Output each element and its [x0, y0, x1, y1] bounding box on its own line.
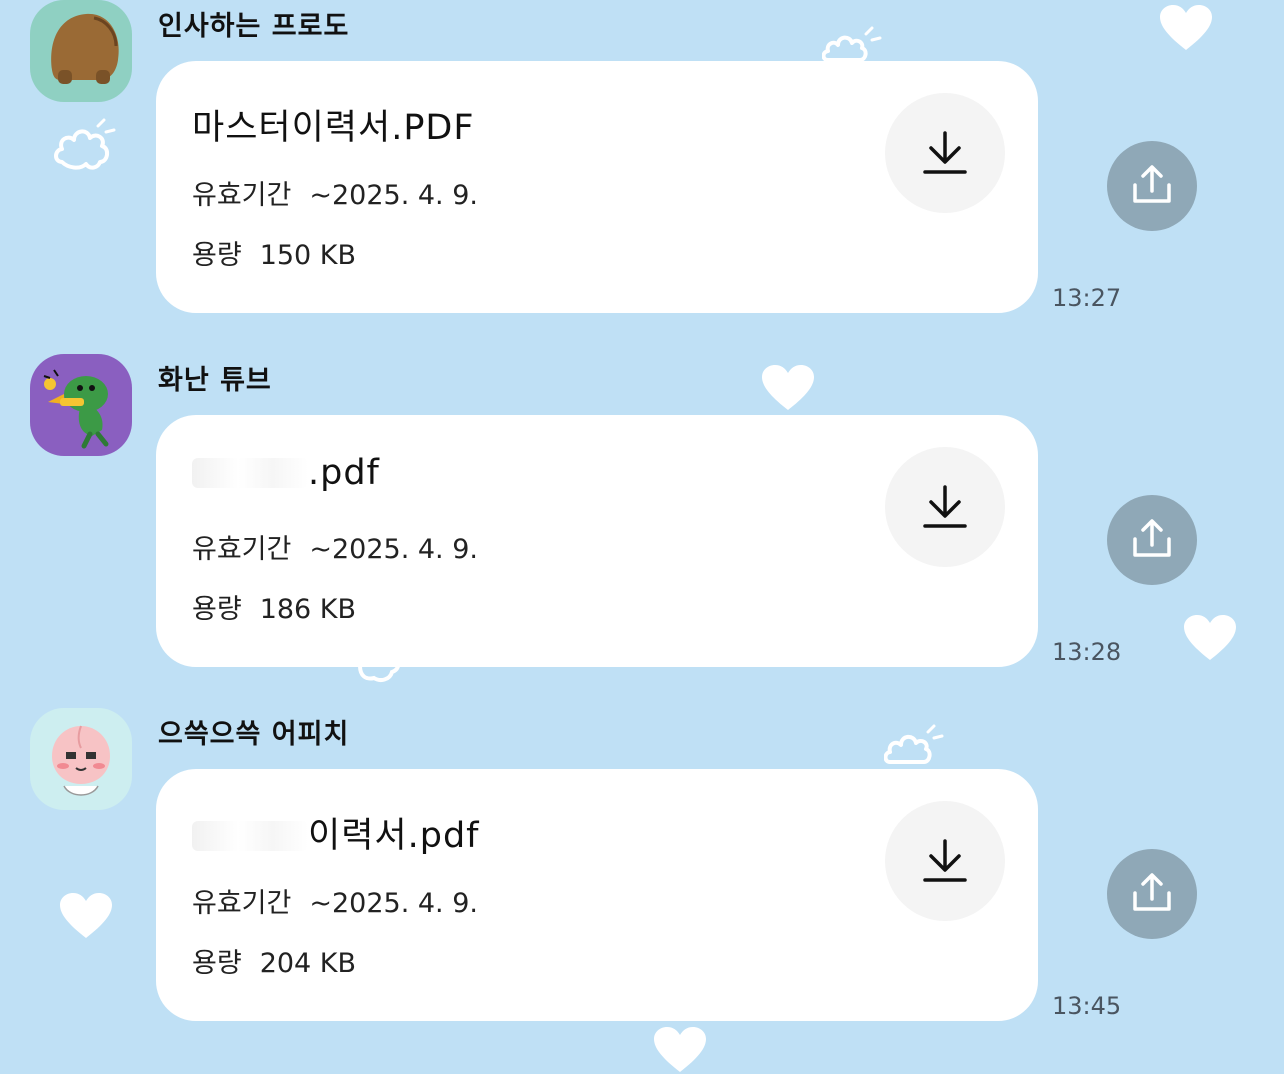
redacted-text — [192, 821, 308, 851]
size-label: 용량 — [192, 948, 242, 979]
size-label: 용량 — [192, 240, 242, 271]
sender-name: 화난 튜브 — [158, 365, 272, 396]
redacted-text — [192, 458, 308, 488]
file-name-text: 마스터이력서.PDF — [192, 108, 475, 148]
expiry-label: 유효기간 — [192, 534, 292, 565]
size-row: 용량 186 KB — [192, 587, 356, 626]
size-value: 204 KB — [259, 948, 357, 979]
file-name[interactable]: 이력서.pdf — [192, 807, 479, 858]
message-time: 13:28 — [1052, 638, 1122, 666]
expiry-row: 유효기간 ~2025. 4. 9. — [192, 881, 478, 920]
size-row: 용량 150 KB — [192, 233, 356, 272]
sender-name: 으쓱으쓱 어피치 — [158, 719, 350, 750]
expiry-value: ~2025. 4. 9. — [309, 534, 478, 565]
expiry-label: 유효기간 — [192, 180, 292, 211]
share-button[interactable] — [1107, 495, 1197, 585]
download-button[interactable] — [885, 447, 1005, 567]
chat-message: 인사하는 프로도 마스터이력서.PDF 유효기간 ~2025. 4. 9. 용량 1… — [0, 0, 1284, 330]
file-name[interactable]: .pdf — [192, 453, 380, 493]
download-button[interactable] — [885, 93, 1005, 213]
expiry-row: 유효기간 ~2025. 4. 9. — [192, 173, 478, 212]
sender-name: 인사하는 프로도 — [158, 11, 350, 42]
file-message-bubble[interactable]: 이력서.pdf 유효기간 ~2025. 4. 9. 용량 204 KB — [156, 769, 1038, 1021]
expiry-value: ~2025. 4. 9. — [309, 888, 478, 919]
message-time: 13:45 — [1052, 992, 1122, 1020]
frodo-dog-avatar-icon[interactable] — [30, 0, 132, 102]
expiry-row: 유효기간 ~2025. 4. 9. — [192, 527, 478, 566]
size-label: 용량 — [192, 594, 242, 625]
file-name-text: 이력서.pdf — [308, 816, 480, 856]
download-icon — [923, 131, 967, 174]
tube-duck-avatar-icon[interactable] — [30, 354, 132, 456]
share-button[interactable] — [1107, 849, 1197, 939]
file-message-bubble[interactable]: 마스터이력서.PDF 유효기간 ~2025. 4. 9. 용량 150 KB — [156, 61, 1038, 313]
share-icon — [1133, 165, 1171, 203]
size-value: 150 KB — [259, 240, 357, 271]
download-icon — [923, 485, 967, 528]
file-message-bubble[interactable]: .pdf 유효기간 ~2025. 4. 9. 용량 186 KB — [156, 415, 1038, 667]
share-icon — [1133, 873, 1171, 911]
apeach-peach-avatar-icon[interactable] — [30, 708, 132, 810]
share-button[interactable] — [1107, 141, 1197, 231]
size-value: 186 KB — [259, 594, 357, 625]
share-icon — [1133, 519, 1171, 557]
file-name[interactable]: 마스터이력서.PDF — [192, 99, 475, 150]
expiry-value: ~2025. 4. 9. — [309, 180, 478, 211]
download-icon — [923, 839, 967, 882]
download-button[interactable] — [885, 801, 1005, 921]
chat-message: 으쓱으쓱 어피치 이력서.pdf 유효기간 ~2025. 4. 9. 용량 204 … — [0, 708, 1284, 1038]
chat-message: 화난 튜브 .pdf 유효기간 ~2025. 4. 9. 용량 186 KB 13:… — [0, 354, 1284, 684]
message-time: 13:27 — [1052, 284, 1122, 312]
size-row: 용량 204 KB — [192, 941, 356, 980]
file-name-text: .pdf — [308, 453, 380, 493]
expiry-label: 유효기간 — [192, 888, 292, 919]
